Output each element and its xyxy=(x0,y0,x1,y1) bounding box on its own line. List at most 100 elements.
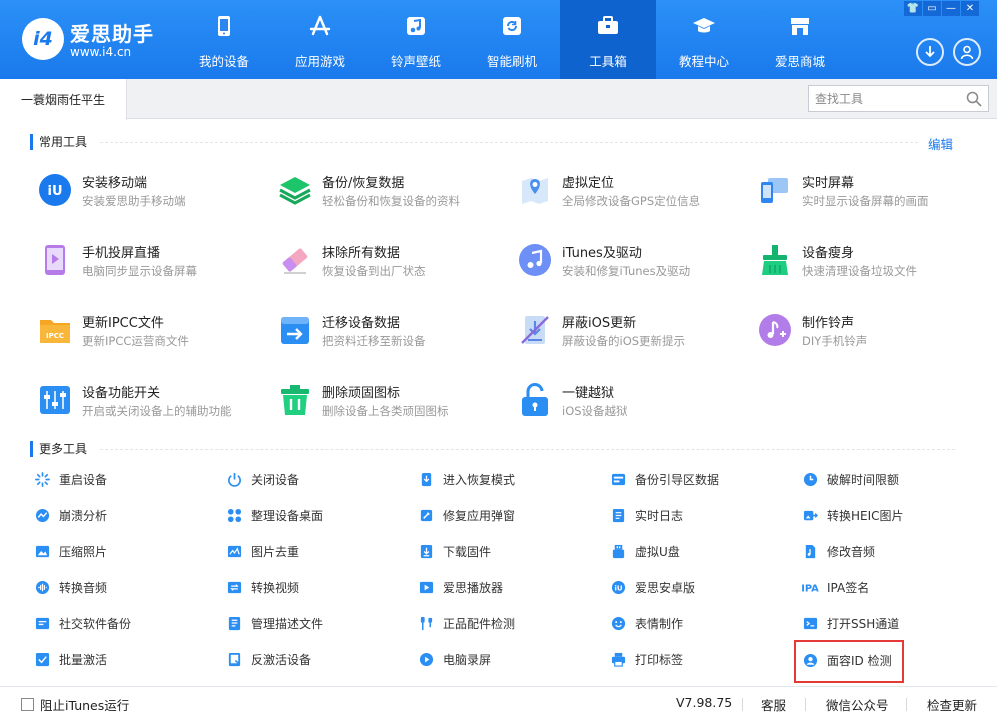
more-tool-social-backup[interactable]: 社交软件备份 xyxy=(35,613,215,635)
more-tool-label: 转换视频 xyxy=(251,581,300,595)
nav-label: 教程中心 xyxy=(678,54,729,69)
minimize-button[interactable]: — xyxy=(942,1,960,16)
more-tool-image-dedupe[interactable]: 图片去重 xyxy=(227,541,407,563)
tool-one-click-jailbreak[interactable]: 一键越狱 iOS设备越狱 xyxy=(518,378,748,428)
menu-button[interactable]: ▭ xyxy=(923,1,941,16)
common-tools-title: 常用工具 xyxy=(30,134,87,150)
tool-feature-switches[interactable]: 设备功能开关 开启或关闭设备上的辅助功能 xyxy=(38,378,268,428)
tool-delete-stubborn-icons[interactable]: 删除顽固图标 删除设备上各类顽固图标 xyxy=(278,378,508,428)
more-tool-accessory-check[interactable]: 正品配件检测 xyxy=(419,613,599,635)
more-tool-ipa-signing[interactable]: IPA IPA签名 xyxy=(801,577,983,599)
tab-device[interactable]: 一蓑烟雨任平生 xyxy=(0,79,127,120)
accessory-icon xyxy=(420,616,433,631)
tool-title: 抹除所有数据 xyxy=(322,246,401,261)
search-input[interactable] xyxy=(809,86,959,111)
top-bar: i4 爱思助手 www.i4.cn 我的设备 应用游戏 铃声壁纸 智能刷机 工具… xyxy=(0,0,997,79)
more-tool-realtime-log[interactable]: 实时日志 xyxy=(611,505,791,527)
tool-device-cleanup[interactable]: 设备瘦身 快速清理设备垃圾文件 xyxy=(758,238,988,288)
more-tool-crash-analysis[interactable]: 崩溃分析 xyxy=(35,505,215,527)
more-tool-screen-record[interactable]: 电脑录屏 xyxy=(419,649,599,671)
nav-ringtones-wallpapers[interactable]: 铃声壁纸 xyxy=(368,0,464,79)
more-tool-label: 面容ID 检测 xyxy=(827,654,892,668)
more-tool-i4-android[interactable]: iU 爱思安卓版 xyxy=(611,577,791,599)
close-button[interactable]: ✕ xyxy=(961,1,979,16)
nav-tutorials[interactable]: 教程中心 xyxy=(656,0,752,79)
nav-label: 工具箱 xyxy=(589,54,627,69)
tool-migrate-data[interactable]: 迁移设备数据 把资料迁移至新设备 xyxy=(278,308,508,358)
nav-apps-games[interactable]: 应用游戏 xyxy=(272,0,368,79)
tool-make-ringtone[interactable]: 制作铃声 DIY手机铃声 xyxy=(758,308,988,358)
more-tool-compress-photos[interactable]: 压缩照片 xyxy=(35,541,215,563)
nav-label: 应用游戏 xyxy=(294,54,345,69)
customer-service-link[interactable]: 客服 xyxy=(761,695,786,714)
tool-block-ios-update[interactable]: 屏蔽iOS更新 屏蔽设备的iOS更新提示 xyxy=(518,308,748,358)
record-icon xyxy=(419,652,434,667)
more-tool-virtual-usb[interactable]: 虚拟U盘 xyxy=(611,541,791,563)
tool-install-mobile[interactable]: iU 安装移动端 安装爱思助手移动端 xyxy=(38,168,268,218)
audio-edit-icon xyxy=(805,544,816,559)
brand-name: 爱思助手 xyxy=(70,22,154,46)
map-pin-icon xyxy=(522,178,548,204)
tool-backup-restore[interactable]: 备份/恢复数据 轻松备份和恢复设备的资料 xyxy=(278,168,508,218)
more-tool-shutdown[interactable]: 关闭设备 xyxy=(227,469,407,491)
more-tool-label: 社交软件备份 xyxy=(59,617,132,631)
more-tool-i4-player[interactable]: 爱思播放器 xyxy=(419,577,599,599)
more-tool-convert-video[interactable]: 转换视频 xyxy=(227,577,407,599)
tool-update-ipcc[interactable]: IPCC 更新IPCC文件 更新IPCC运营商文件 xyxy=(38,308,268,358)
wechat-account-link[interactable]: 微信公众号 xyxy=(826,695,889,714)
i4-app-icon: iU xyxy=(39,174,71,206)
tool-realtime-screen[interactable]: 实时屏幕 实时显示设备屏幕的画面 xyxy=(758,168,988,218)
nav-label: 我的设备 xyxy=(198,54,249,69)
more-tool-boot-backup[interactable]: 备份引导区数据 xyxy=(611,469,791,491)
tool-title: 虚拟定位 xyxy=(562,176,615,191)
tool-desc: 屏蔽设备的iOS更新提示 xyxy=(562,334,686,348)
more-tool-deactivate-device[interactable]: 反激活设备 xyxy=(227,649,407,671)
block-itunes-label[interactable]: 阻止iTunes运行 xyxy=(40,695,129,714)
more-tool-manage-profiles[interactable]: 管理描述文件 xyxy=(227,613,407,635)
footer-divider xyxy=(742,698,743,711)
more-tool-organize-desktop[interactable]: 整理设备桌面 xyxy=(227,505,407,527)
more-tool-convert-heic[interactable]: 转换HEIC图片 xyxy=(803,505,983,527)
migrate-icon xyxy=(281,317,309,344)
nav-shop[interactable]: 爱思商城 xyxy=(752,0,848,79)
more-tool-reboot[interactable]: 重启设备 xyxy=(35,469,215,491)
more-tool-print-label[interactable]: 打印标签 xyxy=(611,649,791,671)
tool-virtual-location[interactable]: 虚拟定位 全局修改设备GPS定位信息 xyxy=(518,168,748,218)
graduation-cap-icon xyxy=(693,18,715,33)
tool-itunes-drivers[interactable]: iTunes及驱动 安装和修复iTunes及驱动 xyxy=(518,238,748,288)
more-tool-face-id-check[interactable]: 面容ID 检测 xyxy=(794,640,904,683)
nav-smart-flash[interactable]: 智能刷机 xyxy=(464,0,560,79)
tool-phone-cast[interactable]: 手机投屏直播 电脑同步显示设备屏幕 xyxy=(38,238,268,288)
more-tools-title: 更多工具 xyxy=(30,441,87,457)
more-tool-open-ssh[interactable]: 打开SSH通道 xyxy=(803,613,983,635)
nav-toolbox[interactable]: 工具箱 xyxy=(560,0,656,79)
more-tool-emoji-maker[interactable]: 表情制作 xyxy=(611,613,791,635)
search-icon[interactable] xyxy=(966,91,982,107)
tool-erase-data[interactable]: 抹除所有数据 恢复设备到出厂状态 xyxy=(278,238,508,288)
more-tool-recovery-mode[interactable]: 进入恢复模式 xyxy=(419,469,599,491)
video-convert-icon xyxy=(227,581,242,594)
more-tool-screen-time[interactable]: 破解时间限额 xyxy=(803,469,983,491)
tool-title: 设备瘦身 xyxy=(802,246,855,261)
tool-desc: 实时显示设备屏幕的画面 xyxy=(802,194,929,208)
svg-text:IPCC: IPCC xyxy=(46,332,64,340)
skin-button[interactable]: 👕 xyxy=(904,1,922,16)
tool-title: 设备功能开关 xyxy=(82,386,161,401)
nav-my-device[interactable]: 我的设备 xyxy=(176,0,272,79)
edit-button[interactable]: 编辑 xyxy=(928,134,953,153)
more-tool-batch-activate[interactable]: 批量激活 xyxy=(35,649,215,671)
check-update-link[interactable]: 检查更新 xyxy=(927,695,977,714)
app-store-icon xyxy=(309,15,331,36)
more-tool-edit-audio[interactable]: 修改音频 xyxy=(803,541,983,563)
more-tool-label: 图片去重 xyxy=(251,545,300,559)
tool-title: 一键越狱 xyxy=(562,386,615,401)
more-tool-download-firmware[interactable]: 下载固件 xyxy=(419,541,599,563)
app-window: { "brand": {"name": "爱思助手", "url": "www.… xyxy=(0,0,997,718)
block-itunes-checkbox[interactable] xyxy=(21,698,34,711)
user-account-button[interactable] xyxy=(953,38,981,66)
refresh-icon xyxy=(503,17,521,35)
music-icon xyxy=(407,17,425,35)
download-manager-button[interactable] xyxy=(916,38,944,66)
more-tool-convert-audio[interactable]: 转换音频 xyxy=(35,577,215,599)
more-tool-fix-popups[interactable]: 修复应用弹窗 xyxy=(419,505,599,527)
